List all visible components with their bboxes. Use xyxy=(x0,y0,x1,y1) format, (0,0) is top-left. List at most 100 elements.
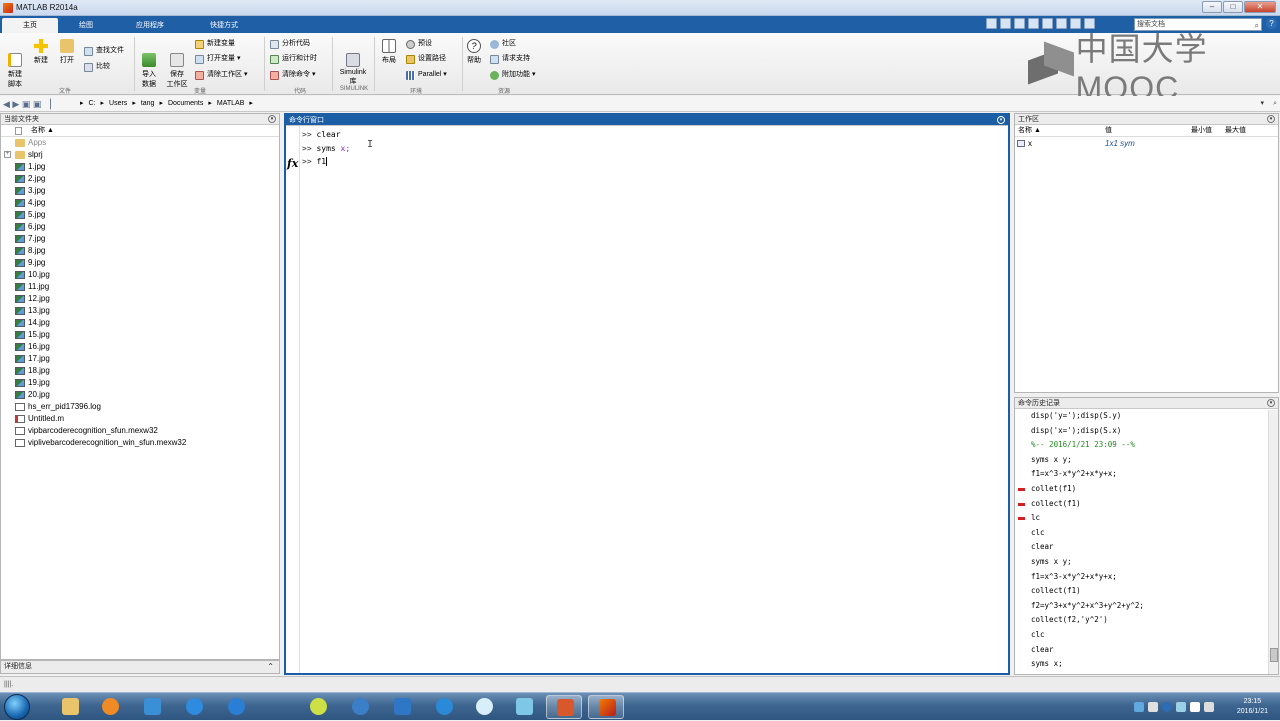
find-files-button[interactable]: 查找文件 xyxy=(84,45,124,57)
request-support-button[interactable]: 请求支持 xyxy=(490,53,530,65)
clear-workspace-button[interactable]: 清除工作区 ▾ xyxy=(195,69,247,81)
workspace-row[interactable]: x 1x1 sym xyxy=(1015,137,1278,150)
paste-icon[interactable] xyxy=(1028,18,1039,29)
file-item[interactable]: viplivebarcoderecognition_win_sfun.mexw3… xyxy=(1,437,279,449)
cut-icon[interactable] xyxy=(1000,18,1011,29)
history-item[interactable]: clear xyxy=(1015,540,1278,555)
select-all-checkbox-icon[interactable] xyxy=(15,127,22,135)
save-icon[interactable] xyxy=(986,18,997,29)
tab-plots[interactable]: 绘图 xyxy=(58,18,114,33)
scrollbar-thumb[interactable] xyxy=(1270,648,1278,662)
file-item[interactable]: 18.jpg xyxy=(1,365,279,377)
history-scrollbar[interactable] xyxy=(1268,410,1278,674)
file-item[interactable]: 12.jpg xyxy=(1,293,279,305)
set-path-button[interactable]: 设置路径 xyxy=(406,53,446,65)
file-item[interactable]: 1.jpg xyxy=(1,161,279,173)
new-script-button[interactable]: 新建 脚本 xyxy=(4,39,26,96)
taskbar-app7[interactable] xyxy=(342,695,378,719)
file-item[interactable]: + slprj xyxy=(1,149,279,161)
history-item[interactable]: disp('x=');disp(S.x) xyxy=(1015,424,1278,439)
taskbar-app9[interactable] xyxy=(426,695,462,719)
layout-button[interactable]: 布局 xyxy=(378,39,400,65)
taskbar-app5[interactable] xyxy=(218,695,254,719)
file-item[interactable]: hs_err_pid17396.log xyxy=(1,401,279,413)
copy-icon[interactable] xyxy=(1014,18,1025,29)
taskbar-media[interactable] xyxy=(92,695,128,719)
history-item[interactable]: clc xyxy=(1015,526,1278,541)
expand-icon[interactable]: + xyxy=(4,151,11,158)
nav-back-forward-icon[interactable]: ◀ ▶ ▣ ▣ ▕ xyxy=(3,96,51,112)
clock[interactable]: 23:15 2016/1/21 xyxy=(1237,697,1268,717)
parallel-button[interactable]: Parallel ▾ xyxy=(406,69,447,81)
file-item[interactable]: 20.jpg xyxy=(1,389,279,401)
command-window[interactable]: 命令行窗口 ▾ >> clear >> syms x; >> f1 fx I xyxy=(284,113,1010,675)
history-item[interactable]: f1=x^3-x*y^2+x*y+x; xyxy=(1015,570,1278,585)
open-button[interactable]: 打开 xyxy=(56,39,78,65)
panel-menu-icon[interactable]: ▾ xyxy=(268,115,276,123)
panel-menu-icon[interactable]: ▾ xyxy=(997,116,1005,124)
tray-help-icon[interactable] xyxy=(1162,702,1172,712)
taskbar-powerpoint[interactable] xyxy=(546,695,582,719)
file-item[interactable]: 3.jpg xyxy=(1,185,279,197)
chevron-down-icon[interactable]: ▾ xyxy=(1260,96,1264,112)
start-button[interactable] xyxy=(4,694,30,720)
history-item[interactable]: collect(f2,'y^2') xyxy=(1015,613,1278,628)
history-item[interactable]: collect(f1) xyxy=(1015,497,1278,512)
community-button[interactable]: 社区 xyxy=(490,38,516,50)
volume-icon[interactable] xyxy=(1204,702,1214,712)
file-item[interactable]: 11.jpg xyxy=(1,281,279,293)
history-item[interactable]: lc xyxy=(1015,511,1278,526)
tab-apps[interactable]: 应用程序 xyxy=(122,18,178,33)
breadcrumb-users[interactable]: Users xyxy=(109,96,127,112)
col-max[interactable]: 最大值 xyxy=(1225,125,1246,137)
open-variable-button[interactable]: 打开变量 ▾ xyxy=(195,53,240,65)
tray-icon[interactable] xyxy=(1176,702,1186,712)
file-item[interactable]: 4.jpg xyxy=(1,197,279,209)
clear-commands-button[interactable]: 清除命令 ▾ xyxy=(270,69,315,81)
history-item[interactable]: clear xyxy=(1015,643,1278,658)
simulink-library-button[interactable]: Simulink 库 xyxy=(336,39,370,93)
file-item[interactable]: 13.jpg xyxy=(1,305,279,317)
taskbar-explorer[interactable] xyxy=(52,695,88,719)
file-item[interactable]: 5.jpg xyxy=(1,209,279,221)
file-item[interactable]: 7.jpg xyxy=(1,233,279,245)
file-item[interactable]: 2.jpg xyxy=(1,173,279,185)
tab-home[interactable]: 主页 xyxy=(2,18,58,33)
file-item[interactable]: 10.jpg xyxy=(1,269,279,281)
taskbar-app11[interactable] xyxy=(506,695,542,719)
search-folder-icon[interactable]: ⌕ xyxy=(1273,96,1277,112)
file-item[interactable]: 8.jpg xyxy=(1,245,279,257)
breadcrumb-matlab[interactable]: MATLAB xyxy=(217,96,245,112)
file-item[interactable]: 15.jpg xyxy=(1,329,279,341)
col-min[interactable]: 最小值 xyxy=(1191,125,1212,137)
compare-button[interactable]: 比较 xyxy=(84,61,110,73)
history-item[interactable]: %-- 2016/1/21 23:09 --% xyxy=(1015,438,1278,453)
redo-icon[interactable] xyxy=(1056,18,1067,29)
details-panel[interactable]: 详细信息 ⌃ xyxy=(0,660,280,674)
import-data-button[interactable]: 导入 数据 xyxy=(138,39,160,96)
minimize-button[interactable]: – xyxy=(1202,1,1222,13)
file-item[interactable]: 6.jpg xyxy=(1,221,279,233)
taskbar-matlab[interactable] xyxy=(588,695,624,719)
command-input-text[interactable]: f1 xyxy=(316,157,326,166)
history-item[interactable]: f1=x^3-x*y^2+x*y+x; xyxy=(1015,467,1278,482)
col-name[interactable]: 名称 ▲ xyxy=(1018,125,1041,137)
breadcrumb-tang[interactable]: tang xyxy=(141,96,155,112)
history-item[interactable]: syms x y; xyxy=(1015,453,1278,468)
analyze-code-button[interactable]: 分析代码 xyxy=(270,38,310,50)
history-item[interactable]: syms x; xyxy=(1015,657,1278,672)
run-and-time-button[interactable]: 运行和计时 xyxy=(270,53,317,65)
history-item[interactable]: f2=y^3+x*y^2+x^3+y^2+y^2; xyxy=(1015,599,1278,614)
file-item[interactable]: 17.jpg xyxy=(1,353,279,365)
file-item[interactable]: Untitled.m xyxy=(1,413,279,425)
function-browser-icon[interactable]: fx xyxy=(287,157,298,170)
history-item[interactable]: syms x y; xyxy=(1015,555,1278,570)
panel-menu-icon[interactable]: ▾ xyxy=(1267,115,1275,123)
taskbar-app10[interactable] xyxy=(466,695,502,719)
breadcrumb-documents[interactable]: Documents xyxy=(168,96,203,112)
tab-shortcuts[interactable]: 快捷方式 xyxy=(196,18,252,33)
file-item[interactable]: 14.jpg xyxy=(1,317,279,329)
tray-icon[interactable] xyxy=(1148,702,1158,712)
undo-icon[interactable] xyxy=(1042,18,1053,29)
file-item[interactable]: 19.jpg xyxy=(1,377,279,389)
